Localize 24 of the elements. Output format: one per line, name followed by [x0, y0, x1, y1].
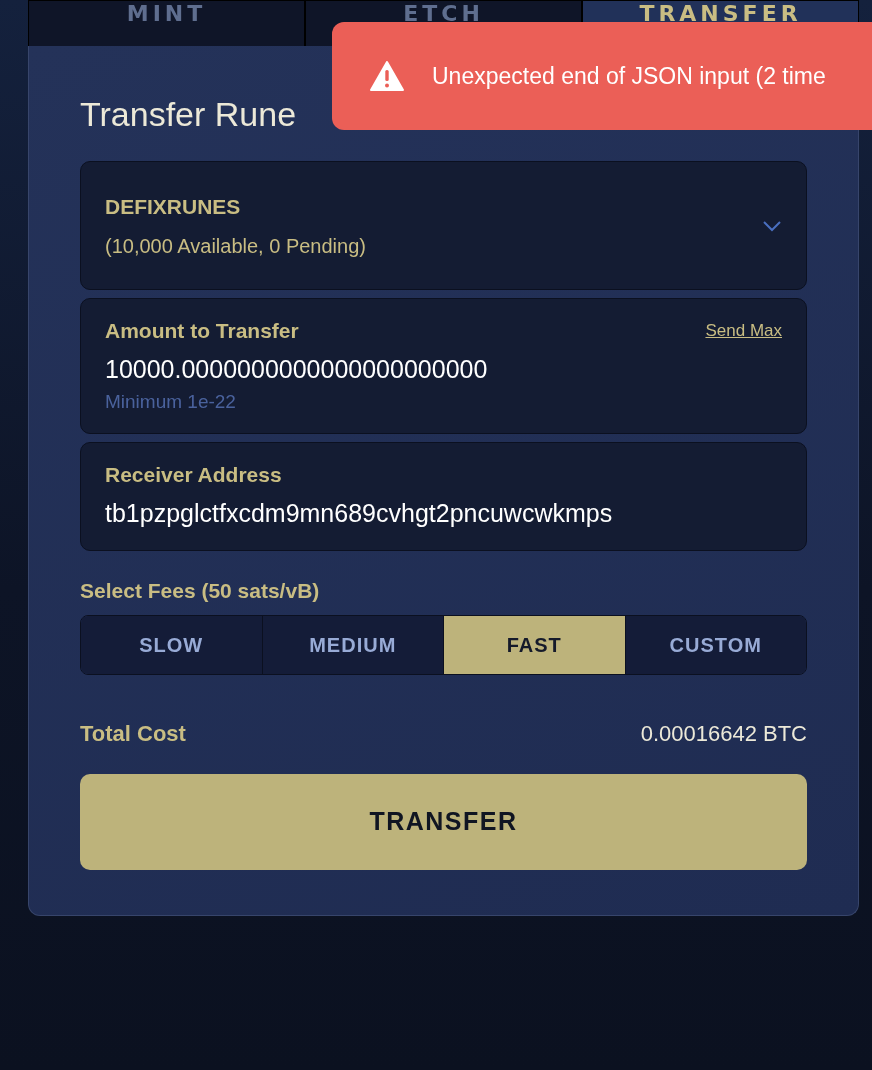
- field-hint: Minimum 1e-22: [105, 390, 237, 415]
- address-input[interactable]: tb1pzpglctfxcdm9mn689cvhgt2pncuwcwkmps: [105, 494, 782, 533]
- error-message: Unexpected end of JSON input (2 time: [432, 61, 826, 91]
- fee-option[interactable]: FAST: [444, 615, 626, 674]
- address-field[interactable]: Receiver Address tb1pzpglctfxcdm9mn689cvhgt2pncuwcwkmps: [80, 442, 807, 552]
- fees-label: Select Fees (50 sats/vB): [80, 578, 321, 605]
- rune-name: DEFIXRUNES: [105, 194, 242, 221]
- total-label: Total Cost: [80, 719, 186, 748]
- rune-balance: (10,000 Available, 0 Pending): [105, 233, 366, 259]
- fee-option[interactable]: CUSTOM: [625, 615, 806, 674]
- chevron-down-icon: [762, 219, 782, 232]
- amount-field[interactable]: Amount to Transfer Send Max 10000.0000000000000000000000 Minimum 1e-22: [80, 298, 807, 435]
- tab[interactable]: MINT: [28, 0, 305, 46]
- field-label: Receiver Address: [105, 462, 283, 489]
- warning-icon: [370, 61, 404, 91]
- rune-select[interactable]: DEFIXRUNES (10,000 Available, 0 Pending): [80, 161, 807, 291]
- fee-option[interactable]: SLOW: [81, 615, 263, 674]
- fee-option[interactable]: MEDIUM: [262, 615, 444, 674]
- field-label: Amount to Transfer: [105, 318, 299, 345]
- transfer-button[interactable]: TRANSFER: [80, 773, 807, 870]
- send-max-link[interactable]: Send Max: [705, 318, 782, 344]
- total-value: 0.00016642 BTC: [640, 719, 807, 748]
- form-title: Transfer Rune: [80, 96, 298, 134]
- amount-input[interactable]: 10000.0000000000000000000000: [105, 350, 782, 389]
